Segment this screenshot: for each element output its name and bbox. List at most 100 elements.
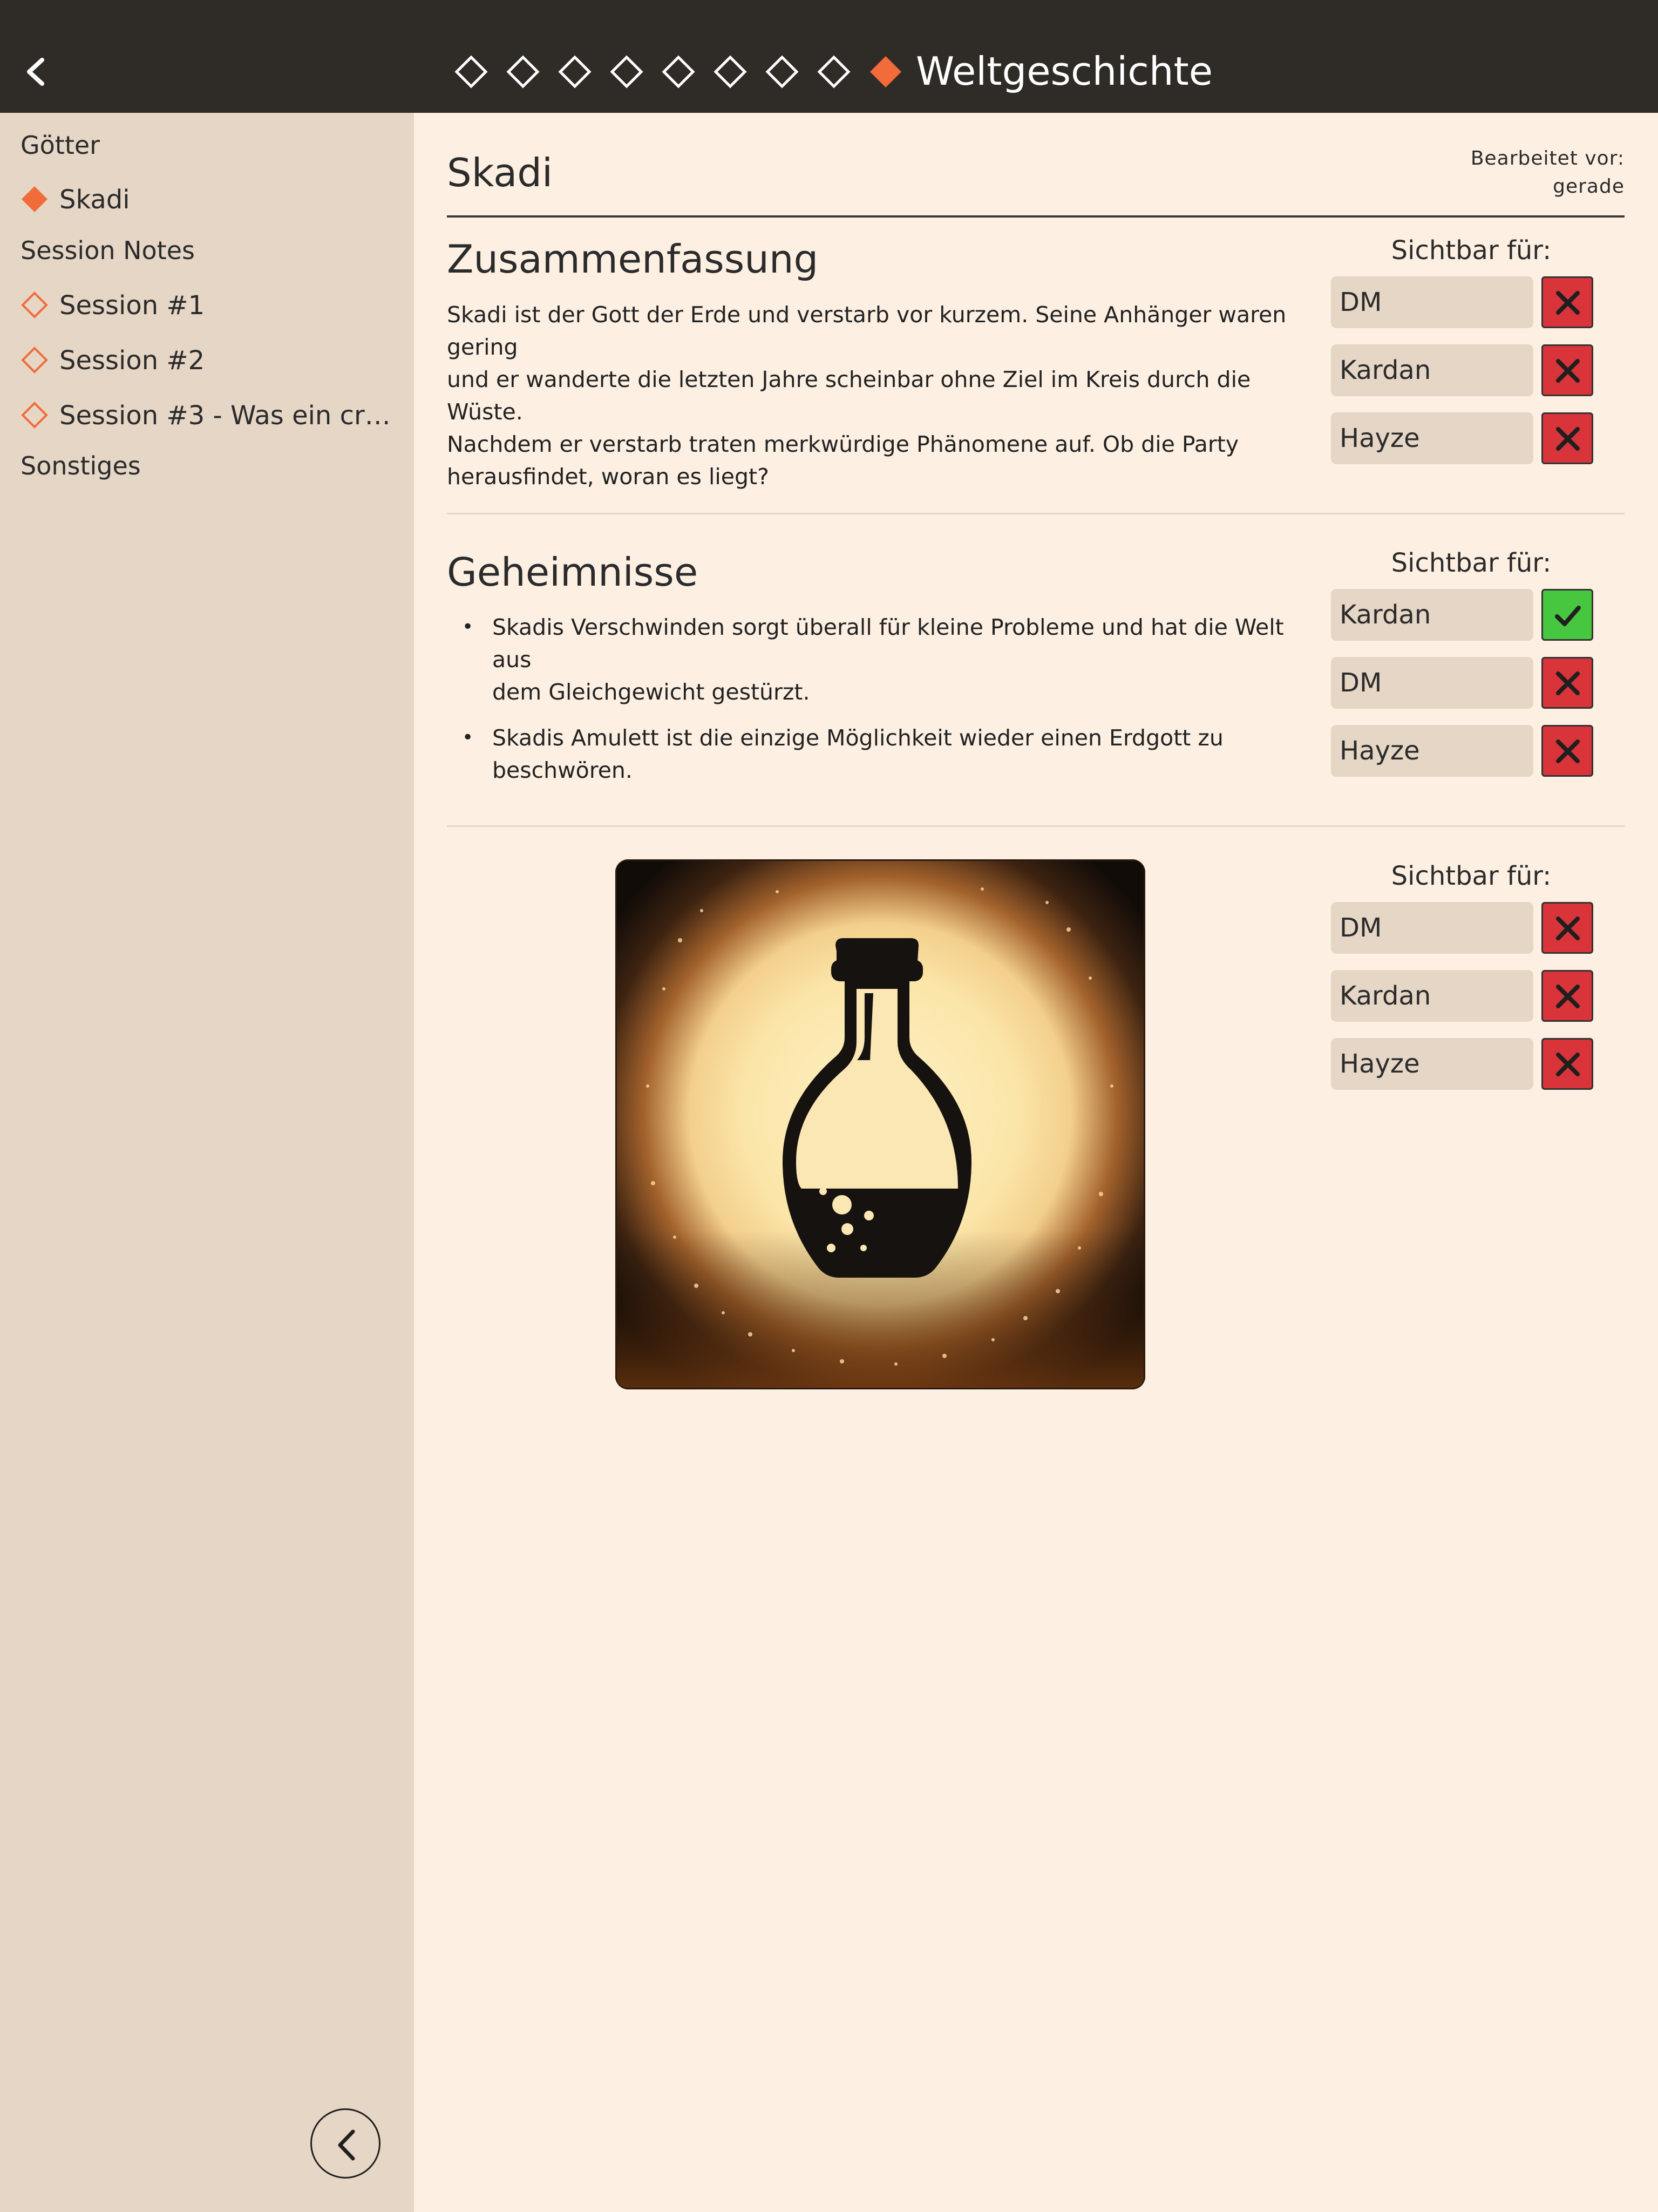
player-name: DM — [1340, 913, 1382, 943]
check-icon — [1555, 606, 1581, 626]
visibility-toggle-hayze[interactable] — [1541, 1038, 1593, 1090]
visibility-label: Sichtbar für: — [1391, 548, 1552, 578]
page-dot-2[interactable] — [504, 53, 542, 91]
visibility-toggle-kardan[interactable] — [1541, 344, 1593, 396]
text-line: Nachdem er verstarb traten merkwürdige P… — [447, 431, 1239, 457]
sidebar-item-session-1[interactable]: Session #1 — [0, 278, 414, 330]
back-button[interactable] — [22, 56, 50, 88]
secrets-list[interactable]: • Skadis Verschwinden sorgt überall für … — [447, 611, 1300, 800]
diamond-outline-icon — [662, 55, 695, 89]
visibility-toggle-dm[interactable] — [1541, 657, 1593, 709]
player-name: Hayze — [1340, 1049, 1420, 1079]
visibility-chip-hayze: Hayze — [1331, 412, 1533, 464]
visibility-toggle-hayze[interactable] — [1541, 412, 1593, 464]
player-name: DM — [1340, 287, 1382, 317]
page-dot-6[interactable] — [711, 53, 749, 91]
close-icon — [1556, 671, 1580, 695]
player-name: DM — [1340, 668, 1382, 698]
bullet-icon: • — [462, 727, 474, 749]
sidebar-item-skadi[interactable]: Skadi — [0, 172, 414, 224]
text-line: und er wanderte die letzten Jahre schein… — [447, 367, 1251, 425]
sidebar-item-label: Session #2 — [59, 345, 205, 376]
diamond-outline-icon — [714, 55, 747, 89]
sidebar-item-label: Session #1 — [59, 290, 205, 321]
list-item: • Skadis Amulett ist die einzige Möglich… — [447, 722, 1300, 786]
sidebar-item-label: Skadi — [59, 185, 130, 215]
page-dot-9-current[interactable] — [867, 53, 905, 91]
visibility-toggle-kardan[interactable] — [1541, 970, 1593, 1022]
top-bar: Weltgeschichte — [0, 0, 1658, 113]
text-line: Skadis Verschwinden sorgt überall für kl… — [492, 614, 1284, 673]
diamond-outline-icon — [765, 55, 799, 89]
page-dot-3[interactable] — [556, 53, 594, 91]
close-icon — [1556, 427, 1580, 451]
visibility-toggle-hayze[interactable] — [1541, 725, 1593, 777]
player-name: Kardan — [1340, 355, 1431, 385]
text-line: dem Gleichgewicht gestürzt. — [492, 679, 810, 705]
visibility-chip-dm: DM — [1331, 657, 1533, 709]
diamond-filled-icon — [22, 186, 47, 212]
close-icon — [1556, 739, 1580, 763]
diamond-outline-icon — [558, 55, 592, 89]
visibility-toggle-dm[interactable] — [1541, 276, 1593, 328]
chevron-left-icon — [338, 2129, 355, 2161]
potion-image[interactable] — [615, 859, 1145, 1389]
visibility-toggle-kardan[interactable] — [1541, 589, 1593, 641]
player-name: Kardan — [1340, 981, 1431, 1011]
last-edited: Bearbeitet vor: gerade — [1471, 145, 1625, 201]
last-edited-value: gerade — [1553, 175, 1625, 198]
player-name: Kardan — [1340, 600, 1431, 630]
text-line: beschwören. — [492, 757, 633, 783]
sidebar-heading-goetter[interactable]: Götter — [21, 129, 100, 161]
diamond-outline-icon — [610, 55, 643, 89]
bullet-icon: • — [462, 616, 474, 638]
diamond-outline-icon — [21, 402, 48, 429]
diamond-outline-icon — [21, 291, 48, 318]
section-divider — [447, 513, 1625, 514]
visibility-chip-kardan: Kardan — [1331, 589, 1533, 641]
close-icon — [1556, 359, 1580, 383]
section-title-secrets[interactable]: Geheimnisse — [447, 545, 698, 599]
visibility-chip-hayze: Hayze — [1331, 1038, 1533, 1090]
close-icon — [1556, 917, 1580, 940]
sidebar-item-session-2[interactable]: Session #2 — [0, 333, 414, 385]
sidebar: Götter Skadi Session Notes Session #1 Se… — [0, 113, 414, 2212]
player-name: Hayze — [1340, 423, 1420, 453]
section-title-summary[interactable]: Zusammenfassung — [447, 232, 818, 286]
page-dot-5[interactable] — [660, 53, 697, 91]
page-title[interactable]: Skadi — [447, 146, 553, 200]
page-dot-7[interactable] — [763, 53, 801, 91]
potion-bottle-icon — [615, 859, 1145, 1389]
page-dot-4[interactable] — [608, 53, 645, 91]
section-body-summary[interactable]: Skadi ist der Gott der Erde und verstarb… — [447, 298, 1300, 493]
last-edited-label: Bearbeitet vor: — [1470, 147, 1625, 169]
section-divider — [447, 825, 1625, 827]
text-line: herausfindet, woran es liegt? — [447, 464, 769, 490]
text-line: Skadis Amulett ist die einzige Möglichke… — [492, 725, 1224, 751]
sidebar-item-session-3[interactable]: Session #3 - Was ein crazy ri... — [0, 388, 414, 440]
close-icon — [1556, 985, 1580, 1008]
visibility-chip-kardan: Kardan — [1331, 344, 1533, 396]
player-name: Hayze — [1340, 736, 1420, 766]
diamond-outline-icon — [506, 55, 540, 89]
visibility-chip-hayze: Hayze — [1331, 725, 1533, 777]
sidebar-heading-sonstiges[interactable]: Sonstiges — [21, 450, 141, 482]
page-dot-8[interactable] — [815, 53, 853, 91]
close-icon — [1556, 291, 1580, 315]
close-icon — [1556, 1053, 1580, 1076]
chevron-left-icon — [27, 58, 44, 86]
diamond-outline-icon — [21, 347, 48, 374]
text-line: Skadi ist der Gott der Erde und verstarb… — [447, 302, 1287, 360]
visibility-toggle-dm[interactable] — [1541, 902, 1593, 954]
visibility-chip-kardan: Kardan — [1331, 970, 1533, 1022]
visibility-chip-dm: DM — [1331, 276, 1533, 328]
sidebar-item-label: Session #3 - Was ein crazy ri... — [59, 401, 405, 431]
diamond-filled-icon — [870, 56, 901, 87]
visibility-chip-dm: DM — [1331, 902, 1533, 954]
sidebar-heading-session-notes[interactable]: Session Notes — [21, 234, 195, 267]
visibility-label: Sichtbar für: — [1391, 861, 1552, 891]
collapse-sidebar-button[interactable] — [310, 2108, 380, 2179]
page-dot-1[interactable] — [452, 53, 490, 91]
app-title: Weltgeschichte — [916, 49, 1213, 94]
diamond-outline-icon — [454, 55, 488, 89]
